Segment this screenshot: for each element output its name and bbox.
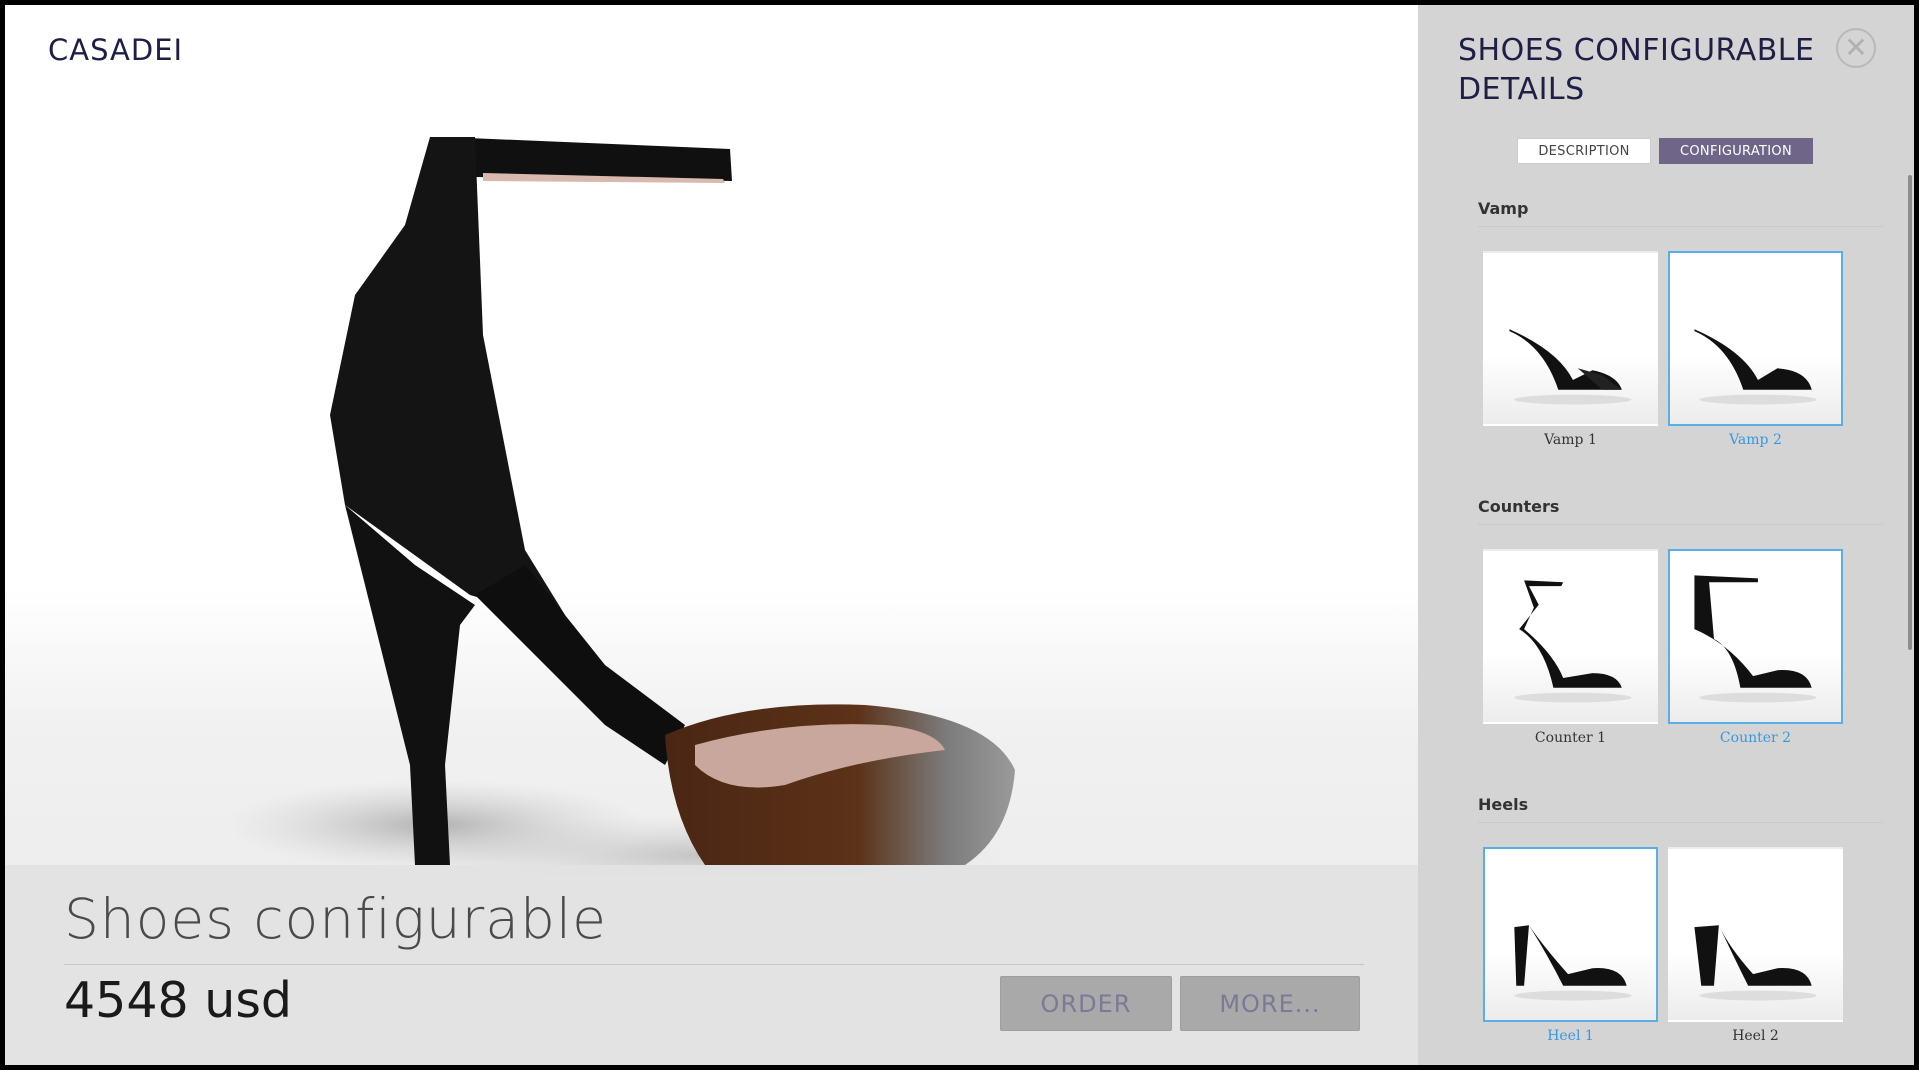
option-vamp-1[interactable]: Vamp 1: [1483, 251, 1658, 448]
section-heels: Heels Heel 1 Heel 2: [1478, 795, 1883, 1044]
option-label: Heel 1: [1547, 1028, 1594, 1044]
more-button[interactable]: MORE...: [1180, 976, 1360, 1031]
divider: [64, 964, 1364, 965]
app-frame: CASADEI Shoes configurable 4548 usd ORDE…: [5, 5, 1914, 1065]
vamp-1-thumbnail[interactable]: [1483, 251, 1658, 426]
shoe-3d-render[interactable]: [5, 5, 1418, 875]
panel-title: SHOES CONFIGURABLE DETAILS: [1458, 33, 1815, 107]
option-counter-2[interactable]: Counter 2: [1668, 549, 1843, 746]
option-vamp-2[interactable]: Vamp 2: [1668, 251, 1843, 448]
details-panel: SHOES CONFIGURABLE DETAILS ✕ DESCRIPTION…: [1418, 5, 1914, 1065]
heel-2-thumbnail[interactable]: [1668, 847, 1843, 1022]
close-icon[interactable]: ✕: [1836, 28, 1876, 68]
tab-configuration[interactable]: CONFIGURATION: [1659, 138, 1813, 164]
product-info-bar: Shoes configurable 4548 usd ORDER MORE..…: [5, 865, 1418, 1065]
heel-1-thumbnail[interactable]: [1483, 847, 1658, 1022]
product-name: Shoes configurable: [64, 887, 607, 951]
vamp-2-thumbnail[interactable]: [1668, 251, 1843, 426]
product-viewer[interactable]: CASADEI Shoes configurable 4548 usd ORDE…: [5, 5, 1418, 1065]
panel-scrollbar[interactable]: [1908, 175, 1912, 650]
tab-description[interactable]: DESCRIPTION: [1517, 138, 1651, 164]
option-heel-2[interactable]: Heel 2: [1668, 847, 1843, 1044]
counter-1-thumbnail[interactable]: [1483, 549, 1658, 724]
option-label: Vamp 2: [1729, 432, 1782, 448]
section-title: Vamp: [1478, 199, 1883, 227]
option-heel-1[interactable]: Heel 1: [1483, 847, 1658, 1044]
option-label: Heel 2: [1732, 1028, 1779, 1044]
option-label: Vamp 1: [1544, 432, 1597, 448]
product-price: 4548 usd: [64, 972, 292, 1029]
option-counter-1[interactable]: Counter 1: [1483, 549, 1658, 746]
panel-tabs: DESCRIPTION CONFIGURATION: [1517, 138, 1813, 164]
option-label: Counter 2: [1719, 730, 1792, 746]
section-counters: Counters Counter 1 Counter 2: [1478, 497, 1883, 746]
section-vamp: Vamp Vamp 1 Vamp 2: [1478, 199, 1883, 448]
section-title: Counters: [1478, 497, 1883, 525]
option-label: Counter 1: [1534, 730, 1607, 746]
counter-2-thumbnail[interactable]: [1668, 549, 1843, 724]
order-button[interactable]: ORDER: [1000, 976, 1172, 1031]
section-title: Heels: [1478, 795, 1883, 823]
